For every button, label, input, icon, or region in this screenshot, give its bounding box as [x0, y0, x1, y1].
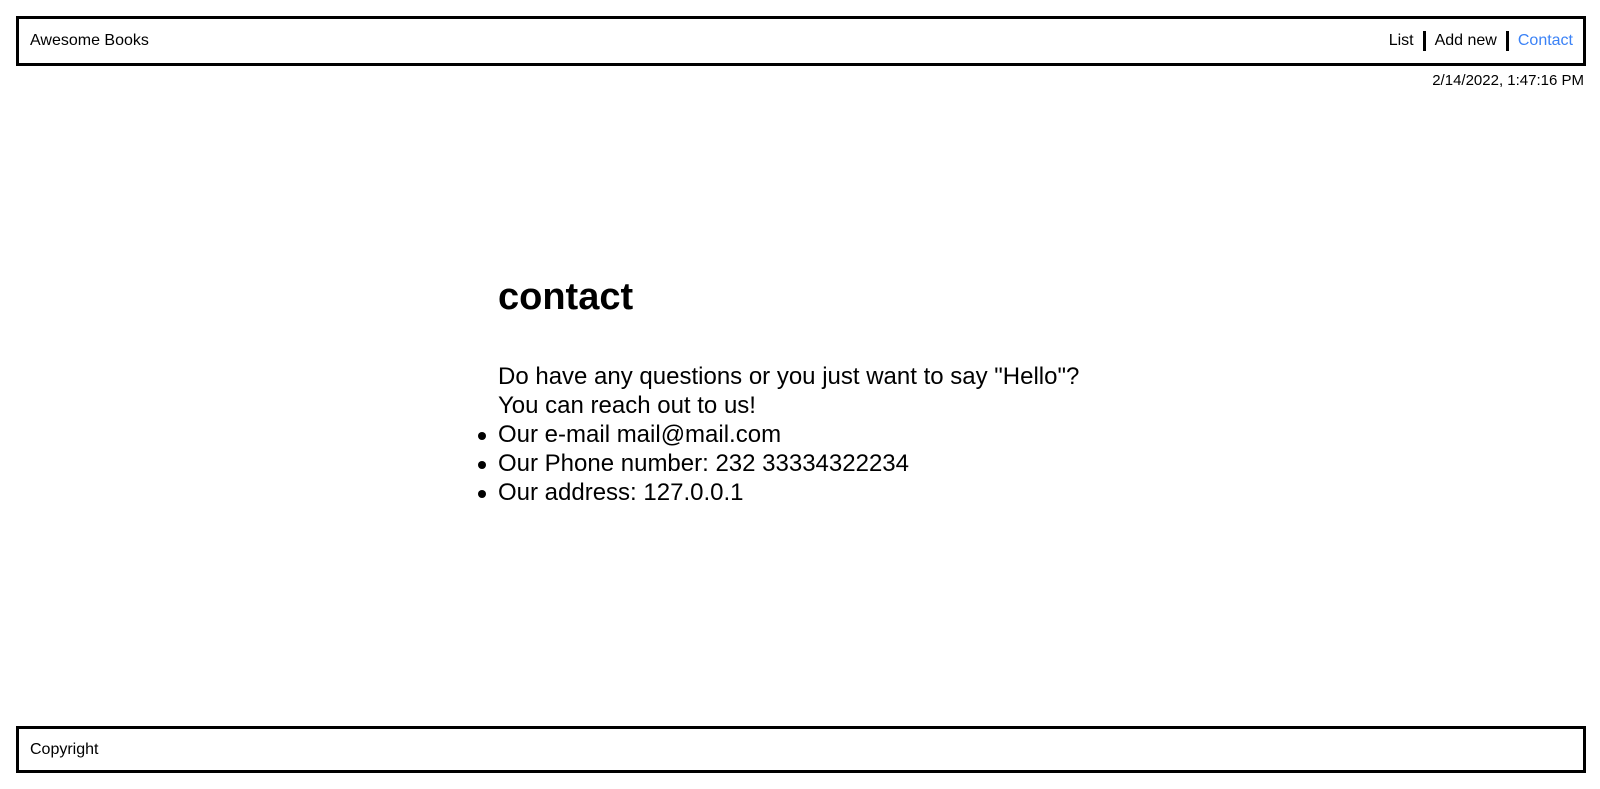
intro-line-1: Do have any questions or you just want t… — [498, 363, 1080, 390]
page-title: contact — [498, 276, 634, 318]
brand-logo-text: Awesome Books — [30, 32, 149, 49]
nav-link-contact[interactable]: Contact — [1518, 31, 1573, 51]
contact-phone-item: Our Phone number: 232 33334322234 — [477, 449, 1079, 478]
top-navbar: Awesome Books List Add new Contact — [16, 16, 1586, 66]
nav-link-list[interactable]: List — [1389, 31, 1414, 51]
nav-divider — [1505, 31, 1509, 51]
current-datetime: 2/14/2022, 1:47:16 PM — [1432, 72, 1584, 89]
page: Awesome Books List Add new Contact 2/14/… — [0, 0, 1600, 789]
contact-address-item: Our address: 127.0.0.1 — [477, 478, 1079, 507]
main-nav: List Add new Contact — [1389, 31, 1573, 51]
page-footer: Copyright — [16, 726, 1586, 773]
intro-line-2: You can reach out to us! — [498, 392, 756, 419]
nav-divider — [1422, 31, 1426, 51]
contact-section: contact Do have any questions or you jus… — [477, 270, 1079, 507]
contact-intro: Do have any questions or you just want t… — [498, 362, 1079, 420]
contact-email-item: Our e-mail mail@mail.com — [477, 420, 1079, 449]
nav-link-add-new[interactable]: Add new — [1435, 31, 1497, 51]
contact-info-list: Our e-mail mail@mail.com Our Phone numbe… — [477, 420, 1079, 507]
copyright-text: Copyright — [30, 740, 99, 758]
